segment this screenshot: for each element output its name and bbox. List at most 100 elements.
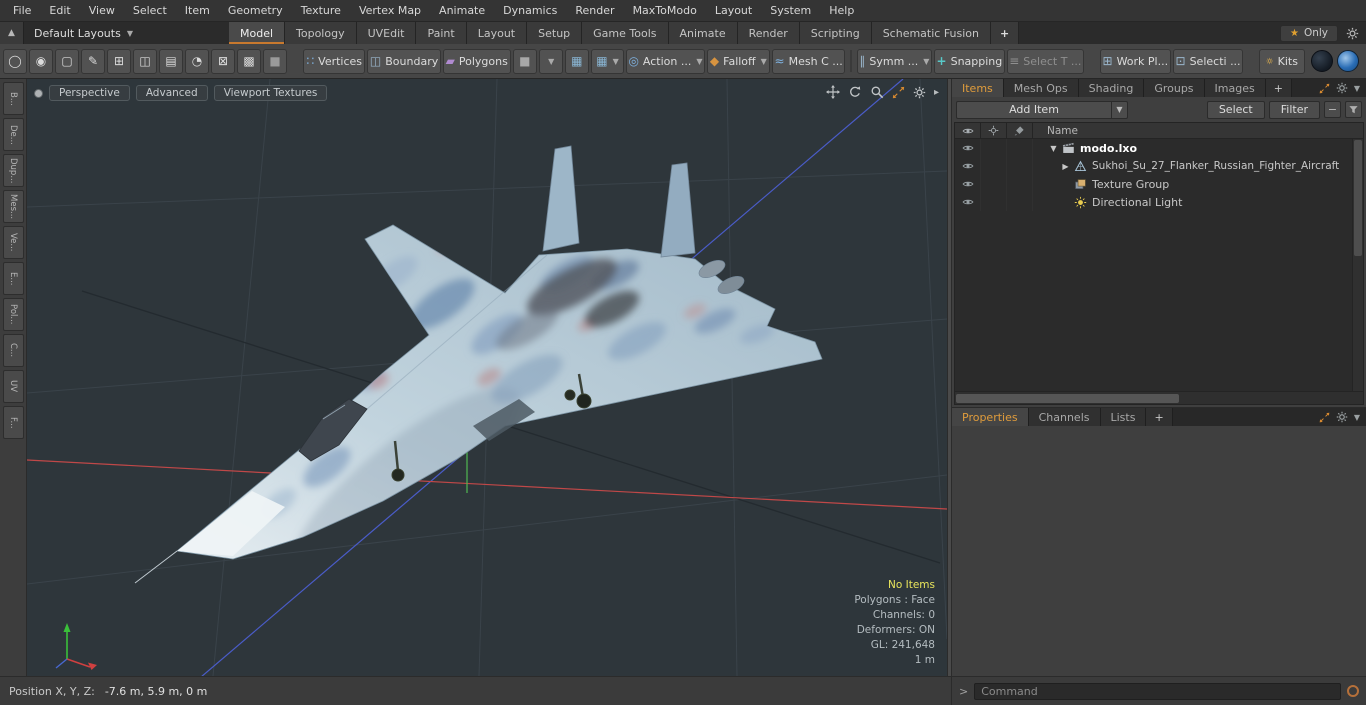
disclosure-open-icon[interactable]: ▼ bbox=[1047, 144, 1060, 153]
move-icon[interactable] bbox=[826, 85, 840, 99]
items-maximize-icon[interactable] bbox=[1319, 83, 1330, 94]
radial-tool-icon[interactable]: ◔ bbox=[185, 48, 209, 74]
left-tab-polygon[interactable]: Pol... bbox=[2, 298, 24, 331]
tab-layout[interactable]: Layout bbox=[466, 22, 528, 44]
menu-view[interactable]: View bbox=[80, 4, 124, 17]
tab-images[interactable]: Images bbox=[1204, 79, 1266, 97]
item-row-directional-light[interactable]: Directional Light bbox=[955, 193, 1363, 211]
item-mode-button[interactable]: ■ bbox=[512, 48, 537, 74]
menu-geometry[interactable]: Geometry bbox=[219, 4, 292, 17]
menu-help[interactable]: Help bbox=[820, 4, 863, 17]
select-button[interactable]: Select bbox=[1206, 100, 1265, 119]
tab-groups[interactable]: Groups bbox=[1144, 79, 1205, 97]
command-history-icon[interactable] bbox=[1347, 685, 1359, 697]
tab-mesh-ops[interactable]: Mesh Ops bbox=[1003, 79, 1079, 97]
viewport-3d[interactable]: Perspective Advanced Viewport Textures ▸… bbox=[27, 79, 947, 676]
tab-channels[interactable]: Channels bbox=[1028, 408, 1101, 426]
left-tab-curves[interactable]: C... bbox=[2, 334, 24, 367]
item-label[interactable]: modo.lxo bbox=[1080, 142, 1137, 155]
collapse-all-button[interactable]: − bbox=[1324, 101, 1341, 118]
kits-button[interactable]: Kits bbox=[1259, 48, 1305, 74]
tab-add[interactable]: + bbox=[991, 22, 1020, 44]
menu-dynamics[interactable]: Dynamics bbox=[494, 4, 566, 17]
menu-item[interactable]: Item bbox=[176, 4, 219, 17]
maximize-icon[interactable] bbox=[892, 86, 905, 99]
vertices-mode-button[interactable]: ∷ Vertices bbox=[303, 48, 366, 74]
properties-maximize-icon[interactable] bbox=[1319, 412, 1330, 423]
tab-schematic-fusion[interactable]: Schematic Fusion bbox=[871, 22, 992, 44]
render-column-icon[interactable] bbox=[1007, 123, 1033, 138]
grid-tool-icon[interactable]: ⊞ bbox=[107, 48, 131, 74]
viewport-textures-button[interactable]: Viewport Textures bbox=[213, 85, 328, 101]
pattern-tool-icon[interactable]: ▩ bbox=[237, 48, 261, 74]
properties-gear-icon[interactable] bbox=[1336, 411, 1348, 423]
symmetry-button[interactable]: ∥ Symm ... ▼ bbox=[856, 48, 932, 74]
menu-edit[interactable]: Edit bbox=[40, 4, 79, 17]
left-tab-uv[interactable]: UV bbox=[2, 370, 24, 403]
viewport-canvas[interactable] bbox=[27, 79, 947, 676]
left-tab-mesh-edit[interactable]: Mes... bbox=[2, 190, 24, 223]
left-tab-edge[interactable]: E... bbox=[2, 262, 24, 295]
layout-up-icon[interactable]: ▲ bbox=[0, 22, 24, 44]
command-input[interactable] bbox=[974, 682, 1341, 700]
item-label[interactable]: Sukhoi_Su_27_Flanker_Russian_Fighter_Air… bbox=[1092, 160, 1339, 172]
name-column-header[interactable]: Name bbox=[1033, 125, 1078, 137]
left-tab-deform[interactable]: De... bbox=[2, 118, 24, 151]
sphere-tool-icon[interactable]: ◉ bbox=[29, 48, 53, 74]
mode-dropdown-button[interactable]: ▼ bbox=[538, 48, 563, 74]
viewport-gear-icon[interactable] bbox=[913, 86, 926, 99]
menu-texture[interactable]: Texture bbox=[292, 4, 350, 17]
item-list-empty-area[interactable] bbox=[955, 211, 1363, 391]
pen-tool-icon[interactable]: ✎ bbox=[81, 48, 105, 74]
shading-mode-button[interactable]: Advanced bbox=[135, 85, 208, 101]
tab-uvedit[interactable]: UVEdit bbox=[356, 22, 417, 44]
left-tab-duplicate[interactable]: Dup... bbox=[2, 154, 24, 187]
action-center-button[interactable]: ◎ Action ... ▼ bbox=[626, 48, 705, 74]
tab-scripting[interactable]: Scripting bbox=[799, 22, 872, 44]
uv-map2-button[interactable]: ▦ ▼ bbox=[590, 48, 625, 74]
menu-render[interactable]: Render bbox=[566, 4, 623, 17]
uv-map-icon[interactable]: ▦ bbox=[564, 48, 589, 74]
zoom-icon[interactable] bbox=[870, 85, 884, 99]
tab-game-tools[interactable]: Game Tools bbox=[582, 22, 669, 44]
visibility-toggle[interactable] bbox=[955, 157, 981, 175]
menu-select[interactable]: Select bbox=[124, 4, 176, 17]
tab-render[interactable]: Render bbox=[737, 22, 800, 44]
boundary-mode-button[interactable]: ◫ Boundary bbox=[367, 48, 441, 74]
menu-layout[interactable]: Layout bbox=[706, 4, 761, 17]
tab-animate[interactable]: Animate bbox=[668, 22, 738, 44]
slice-tool-icon[interactable]: ⊠ bbox=[211, 48, 235, 74]
tab-items[interactable]: Items bbox=[952, 79, 1004, 97]
items-tab-add[interactable]: + bbox=[1265, 79, 1292, 97]
plane-tool-icon[interactable]: ▤ bbox=[159, 48, 183, 74]
item-list-vscrollbar[interactable] bbox=[1352, 139, 1363, 391]
tab-lists[interactable]: Lists bbox=[1100, 408, 1147, 426]
item-row-mesh[interactable]: ▶ Sukhoi_Su_27_Flanker_Russian_Fighter_A… bbox=[955, 157, 1363, 175]
viewport-menu-dot-icon[interactable] bbox=[34, 88, 43, 98]
left-tab-basic[interactable]: B... bbox=[2, 82, 24, 115]
tab-shading[interactable]: Shading bbox=[1078, 79, 1145, 97]
visibility-toggle[interactable] bbox=[955, 139, 981, 157]
menu-file[interactable]: File bbox=[4, 4, 40, 17]
item-list-hscrollbar[interactable] bbox=[955, 391, 1363, 404]
visibility-column-icon[interactable] bbox=[955, 123, 981, 138]
pin-column-icon[interactable] bbox=[981, 123, 1007, 138]
polygons-mode-button[interactable]: ▰ Polygons bbox=[442, 48, 511, 74]
menu-system[interactable]: System bbox=[761, 4, 820, 17]
rotate-icon[interactable] bbox=[848, 85, 862, 99]
filter-funnel-button[interactable] bbox=[1345, 101, 1362, 118]
perspective-button[interactable]: Perspective bbox=[49, 85, 130, 101]
left-tab-fusion[interactable]: F... bbox=[2, 406, 24, 439]
only-button[interactable]: ★ Only bbox=[1279, 24, 1338, 42]
work-plane-button[interactable]: ⊞ Work Pl... bbox=[1099, 48, 1171, 74]
render-ball-icon[interactable] bbox=[1311, 50, 1333, 72]
visibility-toggle[interactable] bbox=[955, 193, 981, 211]
mesh-constraint-button[interactable]: ≈ Mesh C ... bbox=[772, 48, 846, 74]
tab-properties[interactable]: Properties bbox=[952, 408, 1029, 426]
disclosure-closed-icon[interactable]: ▶ bbox=[1059, 162, 1072, 171]
layout-preset-dropdown[interactable]: Default Layouts ▼ bbox=[24, 22, 143, 44]
filter-button[interactable]: Filter bbox=[1268, 100, 1320, 119]
item-cube-icon[interactable]: ■ bbox=[263, 48, 287, 74]
hscroll-thumb[interactable] bbox=[956, 393, 1180, 403]
falloff-button[interactable]: ◆ Falloff ▼ bbox=[706, 48, 771, 74]
